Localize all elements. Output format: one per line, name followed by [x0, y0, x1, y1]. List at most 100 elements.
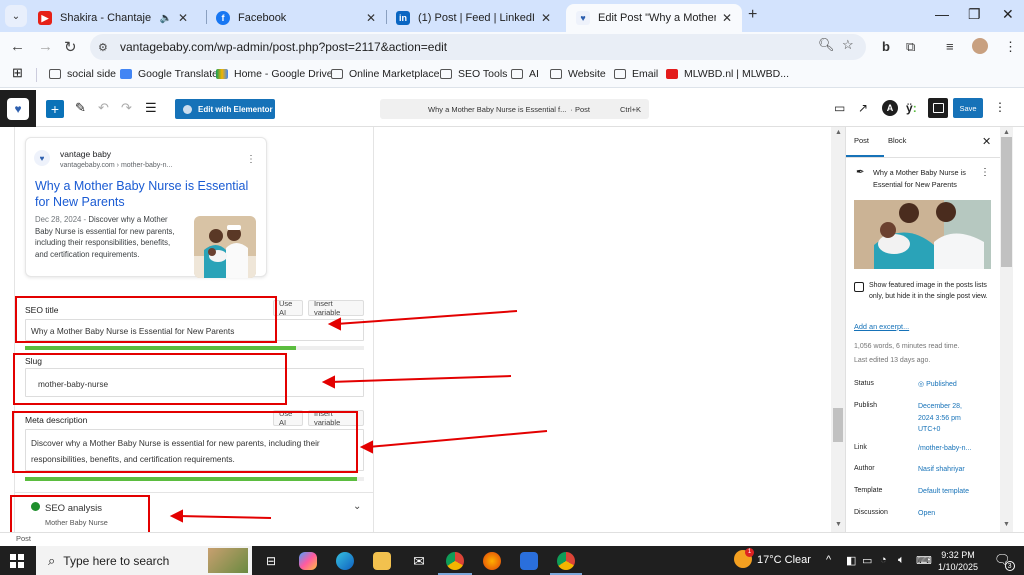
bookmark-star-icon[interactable]: ☆ — [842, 37, 854, 53]
yoast-icon[interactable]: ÿ: — [906, 101, 917, 115]
media-control-icon[interactable]: ≡ — [946, 39, 954, 54]
volume-icon[interactable]: 🔈︎ — [898, 554, 905, 567]
windows-start-icon[interactable] — [10, 554, 24, 568]
add-excerpt-link[interactable]: Add an excerpt... — [854, 321, 909, 333]
canvas-scroll-thumb[interactable] — [833, 408, 843, 442]
preview-device-icon[interactable]: ▭ — [834, 101, 845, 115]
close-tab-icon[interactable]: ✕ — [366, 11, 376, 25]
close-tab-icon[interactable]: ✕ — [722, 11, 732, 25]
breadcrumb-post[interactable]: Post — [16, 534, 31, 543]
site-info-icon[interactable]: ⚙ — [98, 41, 114, 54]
minimize-icon[interactable]: — — [935, 6, 949, 22]
pencil-tools-icon[interactable]: ✎ — [75, 100, 86, 116]
weather-text[interactable]: 17°C Clear — [757, 554, 811, 566]
reload-icon[interactable]: ↻ — [64, 38, 77, 56]
weather-icon[interactable]: 1 — [734, 548, 754, 568]
zoom-icon[interactable]: 🔍︎ — [818, 37, 835, 53]
bookmark-seo-tools[interactable]: SEO Tools — [440, 68, 507, 80]
restore-icon[interactable]: ❐ — [968, 6, 981, 23]
bookmark-separator — [36, 68, 37, 82]
copilot-icon[interactable] — [299, 552, 317, 570]
edit-with-elementor-button[interactable]: Edit with Elementor — [175, 99, 275, 119]
task-view-icon[interactable]: ⊟ — [262, 552, 280, 570]
edge-icon[interactable] — [336, 552, 354, 570]
discussion-value[interactable]: Open — [918, 508, 935, 520]
bookmark-google-translate[interactable]: Google Translate — [120, 68, 218, 80]
browser-menu-icon[interactable]: ⋮ — [1004, 39, 1017, 55]
close-sidebar-icon[interactable]: ✕ — [982, 135, 991, 148]
scroll-down-icon[interactable]: ▼ — [1003, 521, 1010, 528]
options-menu-icon[interactable]: ⋮ — [994, 100, 1006, 114]
block-inserter-button[interactable]: + — [46, 100, 64, 118]
apps-grid-icon[interactable]: ⊞ — [12, 65, 23, 81]
tab-linkedin[interactable]: in (1) Post | Feed | LinkedIn ✕ — [386, 4, 561, 32]
wifi-icon[interactable]: ◔ — [880, 554, 887, 566]
document-overview-icon[interactable]: ☰ — [145, 100, 157, 116]
page-scroll-thumb[interactable] — [1001, 137, 1012, 267]
bookmark-google-drive[interactable]: Home - Google Drive — [216, 68, 333, 80]
speaker-icon[interactable]: 🔈 — [159, 13, 171, 24]
arrow-meta — [367, 430, 548, 448]
url-text[interactable]: vantagebaby.com/wp-admin/post.php?post=2… — [120, 40, 447, 54]
post-actions-icon[interactable]: ⋮ — [980, 167, 990, 179]
bookmark-mlwbd[interactable]: MLWBD.nl | MLWBD... — [666, 68, 789, 80]
close-tab-icon[interactable]: ✕ — [178, 11, 188, 25]
command-palette-bar[interactable]: Why a Mother Baby Nurse is Essential f..… — [380, 99, 649, 119]
close-tab-icon[interactable]: ✕ — [541, 11, 551, 25]
omnibox[interactable]: ⚙ vantagebaby.com/wp-admin/post.php?post… — [90, 34, 866, 60]
view-post-external-icon[interactable]: ↗ — [858, 101, 868, 115]
file-explorer-icon[interactable] — [373, 552, 391, 570]
meet-now-icon[interactable]: ◧ — [846, 554, 856, 567]
author-value[interactable]: Nasif shahriyar — [918, 464, 965, 476]
weather-badge: 1 — [745, 548, 754, 557]
microsoft-store-icon[interactable] — [520, 552, 538, 570]
save-button[interactable]: Save — [953, 98, 983, 118]
tab-youtube[interactable]: ▶ Shakira - Chantaje (Official \ 🔈 ✕ — [28, 4, 198, 32]
firefox-icon[interactable] — [483, 552, 501, 570]
notifications-icon[interactable]: 🗨︎ 3 — [994, 552, 1015, 571]
chrome-icon[interactable] — [557, 552, 575, 570]
new-tab-plus-icon[interactable]: + — [748, 6, 757, 24]
publish-date-value[interactable]: December 28, 2024 3:56 pm UTC+0 — [918, 401, 978, 436]
back-arrow-icon[interactable]: ← — [10, 38, 25, 55]
undo-icon[interactable]: ↶ — [98, 100, 109, 116]
scroll-up-icon[interactable]: ▲ — [1003, 129, 1010, 136]
arrow-seo-analysis — [177, 515, 272, 519]
scroll-down-icon[interactable]: ▼ — [835, 521, 842, 528]
template-value[interactable]: Default template — [918, 486, 969, 498]
featured-image[interactable] — [854, 200, 991, 269]
bookmark-social-side[interactable]: social side — [49, 68, 116, 80]
redo-icon[interactable]: ↷ — [121, 100, 132, 116]
tab-edit-post[interactable]: ♥ Edit Post "Why a Mother Baby N ✕ — [566, 4, 742, 32]
forward-arrow-icon[interactable]: → — [38, 38, 53, 55]
show-hidden-icons-chevron[interactable]: ^ — [826, 554, 831, 566]
bookmark-website[interactable]: Website — [550, 68, 606, 80]
arrowhead-slug — [321, 375, 335, 389]
sidebar-tab-block[interactable]: Block — [888, 136, 906, 145]
page-scrollbar[interactable]: ▲ ▼ — [1000, 127, 1013, 532]
status-value[interactable]: ◎ Published — [918, 379, 957, 391]
mail-icon[interactable]: ✉ — [410, 552, 428, 570]
canvas-scrollbar[interactable]: ▲ ▼ — [831, 127, 845, 532]
featured-image-checkbox[interactable] — [854, 282, 864, 292]
permalink-value[interactable]: /mother-baby-n... — [918, 443, 971, 455]
bookmark-email[interactable]: Email — [614, 68, 658, 80]
extension-icon[interactable]: b — [882, 39, 890, 54]
taskbar-search-box[interactable]: ⌕ Type here to search — [36, 546, 252, 575]
tab-search-button[interactable]: ⌄ — [5, 5, 27, 27]
extensions-puzzle-icon[interactable]: ⧉ — [906, 39, 915, 55]
close-window-icon[interactable]: ✕ — [1002, 6, 1014, 23]
site-logo-button[interactable]: ♥ — [0, 90, 36, 127]
system-clock[interactable]: 9:32 PM 1/10/2025 — [938, 549, 978, 573]
tab-facebook[interactable]: f Facebook ✕ — [206, 4, 386, 32]
settings-sidebar-toggle[interactable] — [928, 98, 948, 118]
profile-avatar[interactable] — [972, 38, 988, 54]
astra-settings-button[interactable]: A — [882, 100, 898, 116]
bookmark-ai[interactable]: AI — [511, 68, 539, 80]
chrome-profile-icon[interactable] — [446, 552, 464, 570]
sidebar-tab-post[interactable]: Post — [854, 136, 869, 145]
keyboard-icon[interactable]: ⌨ — [916, 554, 932, 567]
battery-icon[interactable]: ▭ — [862, 554, 872, 567]
scroll-up-icon[interactable]: ▲ — [835, 129, 842, 136]
bookmark-online-marketplace[interactable]: Online Marketplace — [331, 68, 439, 80]
